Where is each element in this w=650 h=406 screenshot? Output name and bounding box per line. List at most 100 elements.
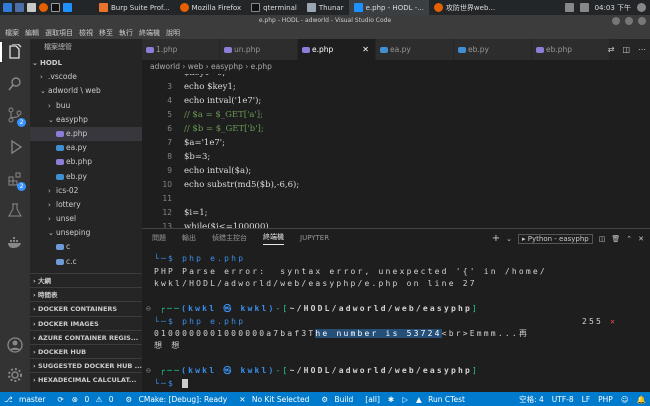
language-mode[interactable]: PHP: [594, 395, 617, 404]
explorer-icon[interactable]: [7, 44, 23, 60]
panel-tab-problems[interactable]: 問題: [152, 233, 166, 243]
tab-un-php[interactable]: un.php: [220, 39, 298, 60]
status-bar: ⎇ master ⟳ ⊗ 0 ⚠ 0 ⚙ CMake: [Debug]: Rea…: [0, 392, 650, 406]
section-timeline[interactable]: › 時間表: [30, 287, 142, 301]
git-branch[interactable]: ⎇ master: [0, 395, 53, 404]
maximize-button[interactable]: [625, 17, 633, 25]
tree-folder[interactable]: › lottery: [30, 198, 142, 212]
panel-tab-terminal[interactable]: 終端機: [263, 232, 284, 245]
section-suggested-docker-hub[interactable]: › SUGGESTED DOCKER HUB ...: [30, 358, 142, 372]
run-debug-icon[interactable]: [7, 139, 23, 155]
code-editor[interactable]: $key1=0;3echo $key1;4echo intval('1e7');…: [142, 74, 650, 228]
tree-file[interactable]: c: [30, 240, 142, 254]
task-vscode[interactable]: e.php - HODL -...: [348, 0, 429, 15]
tree-file[interactable]: e.php: [30, 126, 142, 142]
run-icon[interactable]: ▷: [398, 395, 412, 404]
menu-run[interactable]: 執行: [116, 28, 136, 38]
settings-gear-icon[interactable]: [7, 367, 23, 383]
tree-folder[interactable]: › buu: [30, 99, 142, 113]
files-icon[interactable]: [27, 3, 36, 12]
section-docker-hub[interactable]: › DOCKER HUB: [30, 343, 142, 358]
trash-icon[interactable]: 🗑: [611, 235, 620, 243]
testing-icon[interactable]: [7, 202, 23, 218]
power-icon[interactable]: [637, 3, 646, 12]
close-window-button[interactable]: [638, 17, 646, 25]
feedback-icon[interactable]: ☺: [617, 395, 633, 404]
ctest-button[interactable]: ▲ Run CTest: [412, 395, 473, 404]
terminal-selector[interactable]: ▸ Python - easyphp: [518, 233, 593, 244]
section-docker-containers[interactable]: › DOCKER CONTAINERS: [30, 301, 142, 315]
chevron-down-icon[interactable]: ⌄: [506, 235, 512, 243]
split-editor-icon[interactable]: ◫: [622, 45, 630, 54]
menu-terminal[interactable]: 終端機: [136, 28, 163, 38]
tab-e-php[interactable]: e.php ✕: [298, 39, 376, 60]
notifications-icon[interactable]: 🔔: [633, 395, 650, 404]
tree-folder[interactable]: ⌄ unseping: [30, 226, 142, 240]
kit-status[interactable]: ✕ No Kit Selected: [235, 395, 317, 404]
terminal-output[interactable]: └─$ php e.php PHP Parse error: syntax er…: [142, 247, 650, 393]
problems-status[interactable]: ⊗ 0 ⚠ 0: [68, 395, 122, 404]
tab-ea-py[interactable]: ea.py: [376, 39, 454, 60]
search-icon[interactable]: [7, 76, 23, 92]
panel-tab-jupyter[interactable]: JUPYTER: [300, 234, 329, 242]
tree-folder[interactable]: ⌄ easyphp: [30, 113, 142, 127]
task-burp[interactable]: Burp Suite Prof...: [94, 0, 175, 15]
target-selector[interactable]: [all]: [361, 395, 384, 404]
more-actions-icon[interactable]: ⋯: [638, 45, 646, 54]
vscode-icon[interactable]: [63, 3, 72, 12]
task-browser-2[interactable]: 攻防世界web...: [429, 0, 500, 15]
section-docker-images[interactable]: › DOCKER IMAGES: [30, 315, 142, 330]
new-terminal-icon[interactable]: +: [492, 233, 500, 244]
firefox-icon[interactable]: [39, 3, 48, 12]
menu-selection[interactable]: 選取項目: [42, 28, 76, 38]
task-thunar[interactable]: Thunar: [302, 0, 349, 15]
section-hex-calculator[interactable]: › HEXADECIMAL CALCULAT...: [30, 372, 142, 386]
maximize-panel-icon[interactable]: ⌃: [626, 235, 632, 243]
network-icon[interactable]: [564, 3, 574, 12]
workspace-root[interactable]: ⌄ HODL: [30, 56, 142, 70]
encoding-status[interactable]: UTF-8: [548, 395, 578, 404]
tree-folder[interactable]: ⌄ adworld \ web: [30, 84, 142, 98]
panel-tab-debug-console[interactable]: 偵錯主控台: [212, 233, 247, 243]
minimize-button[interactable]: [612, 17, 620, 25]
clock[interactable]: 04:03 下午: [595, 3, 631, 13]
menu-view[interactable]: 檢視: [76, 28, 96, 38]
close-tab-icon[interactable]: ✕: [362, 39, 369, 60]
terminal-icon[interactable]: [51, 3, 60, 12]
cmake-status[interactable]: ⚙ CMake: [Debug]: Ready: [122, 395, 236, 404]
volume-icon[interactable]: [579, 3, 589, 12]
menu-help[interactable]: 說明: [163, 28, 183, 38]
compare-icon[interactable]: ⇄: [608, 45, 615, 54]
split-terminal-icon[interactable]: ◫: [599, 235, 606, 243]
kali-menu-icon[interactable]: [3, 3, 12, 12]
section-azure-registry[interactable]: › AZURE CONTAINER REGIS...: [30, 329, 142, 344]
debug-icon[interactable]: ✱: [384, 395, 398, 404]
breadcrumb[interactable]: adworld › web › easyphp › e.php: [142, 60, 650, 74]
panel-tab-output[interactable]: 輸出: [182, 233, 196, 243]
tree-folder[interactable]: › ics-02: [30, 184, 142, 198]
task-firefox[interactable]: Mozilla Firefox: [175, 0, 247, 15]
menu-go[interactable]: 移至: [96, 28, 116, 38]
tab-eb-php[interactable]: eb.php: [532, 39, 610, 60]
menu-file[interactable]: 檔案: [2, 28, 22, 38]
indentation-status[interactable]: 空格: 4: [515, 394, 548, 405]
task-qterminal[interactable]: qterminal: [246, 0, 302, 15]
tree-file[interactable]: c.c: [30, 255, 142, 269]
tree-file[interactable]: ea.py: [30, 141, 142, 155]
tab-1-php[interactable]: 1.php: [142, 39, 220, 60]
menu-edit[interactable]: 編輯: [22, 28, 42, 38]
section-outline[interactable]: › 大綱: [30, 273, 142, 287]
tree-item-label: ea.py: [66, 143, 87, 153]
tree-folder[interactable]: › .vscode: [30, 70, 142, 84]
tree-file[interactable]: eb.py: [30, 170, 142, 184]
build-button[interactable]: ⚙ Build: [317, 395, 361, 404]
docker-icon[interactable]: [7, 234, 23, 250]
tree-file[interactable]: eb.php: [30, 155, 142, 169]
eol-status[interactable]: LF: [578, 395, 595, 404]
desktop-icon[interactable]: [15, 3, 24, 12]
close-panel-icon[interactable]: ✕: [638, 235, 644, 243]
sync-icon[interactable]: ⟳: [53, 395, 67, 404]
account-icon[interactable]: [7, 337, 23, 353]
tab-eb-py[interactable]: eb.py: [454, 39, 532, 60]
tree-folder[interactable]: › unsel: [30, 212, 142, 226]
